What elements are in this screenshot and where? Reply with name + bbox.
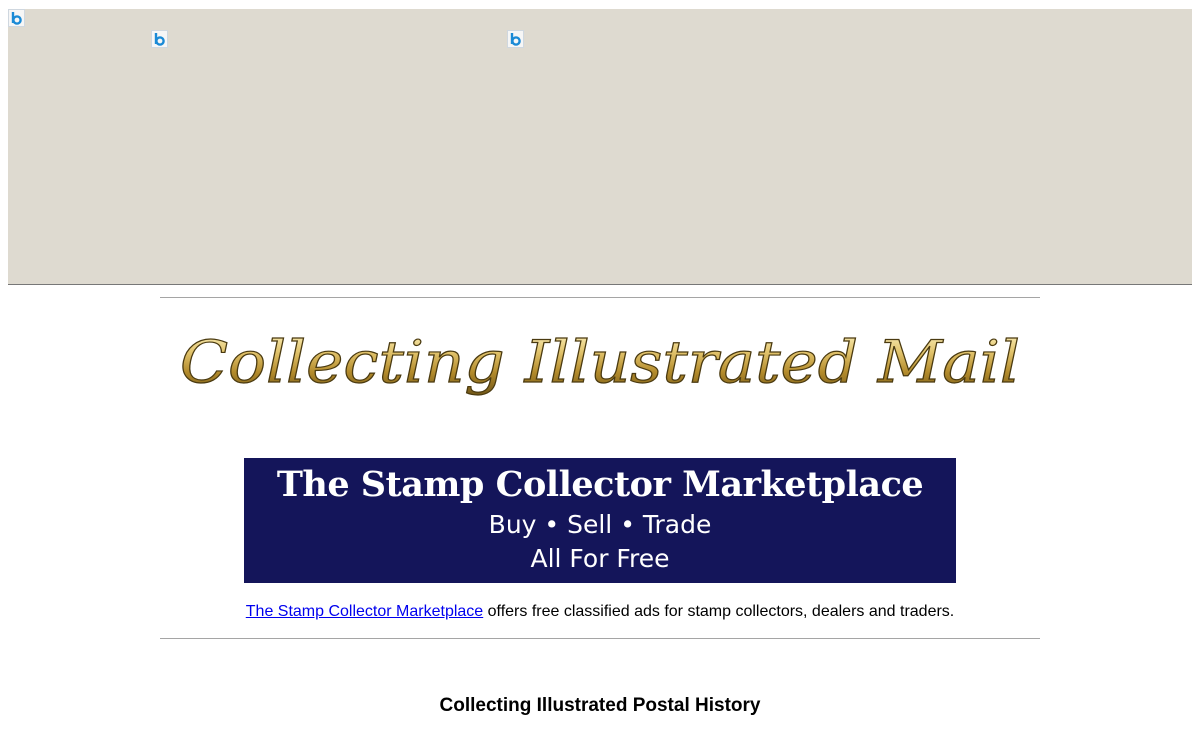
ad-choices-icon[interactable] — [8, 9, 25, 27]
marketplace-banner[interactable]: The Stamp Collector Marketplace Buy • Se… — [244, 458, 956, 583]
ad-choices-icon[interactable] — [507, 30, 524, 48]
banner-title: The Stamp Collector Marketplace — [276, 464, 924, 505]
divider-bottom — [160, 638, 1040, 639]
promo-description: offers free classified ads for stamp col… — [483, 603, 955, 620]
ad-choices-icon[interactable] — [151, 30, 168, 48]
page: Collecting Illustrated Mail The Stamp Co… — [0, 0, 1200, 740]
banner-tagline: Buy • Sell • Trade — [488, 510, 712, 539]
section-heading: Collecting Illustrated Postal History — [439, 695, 761, 716]
divider-top — [160, 297, 1040, 298]
marketplace-link[interactable]: The Stamp Collector Marketplace — [246, 603, 483, 620]
promo-text: The Stamp Collector Marketplace offers f… — [160, 603, 1040, 621]
banner-subtagline: All For Free — [530, 544, 670, 573]
site-title-text: Collecting Illustrated Mail — [180, 328, 1020, 396]
advertisement-area[interactable] — [8, 9, 1192, 285]
site-title-logo: Collecting Illustrated Mail — [179, 327, 1020, 396]
